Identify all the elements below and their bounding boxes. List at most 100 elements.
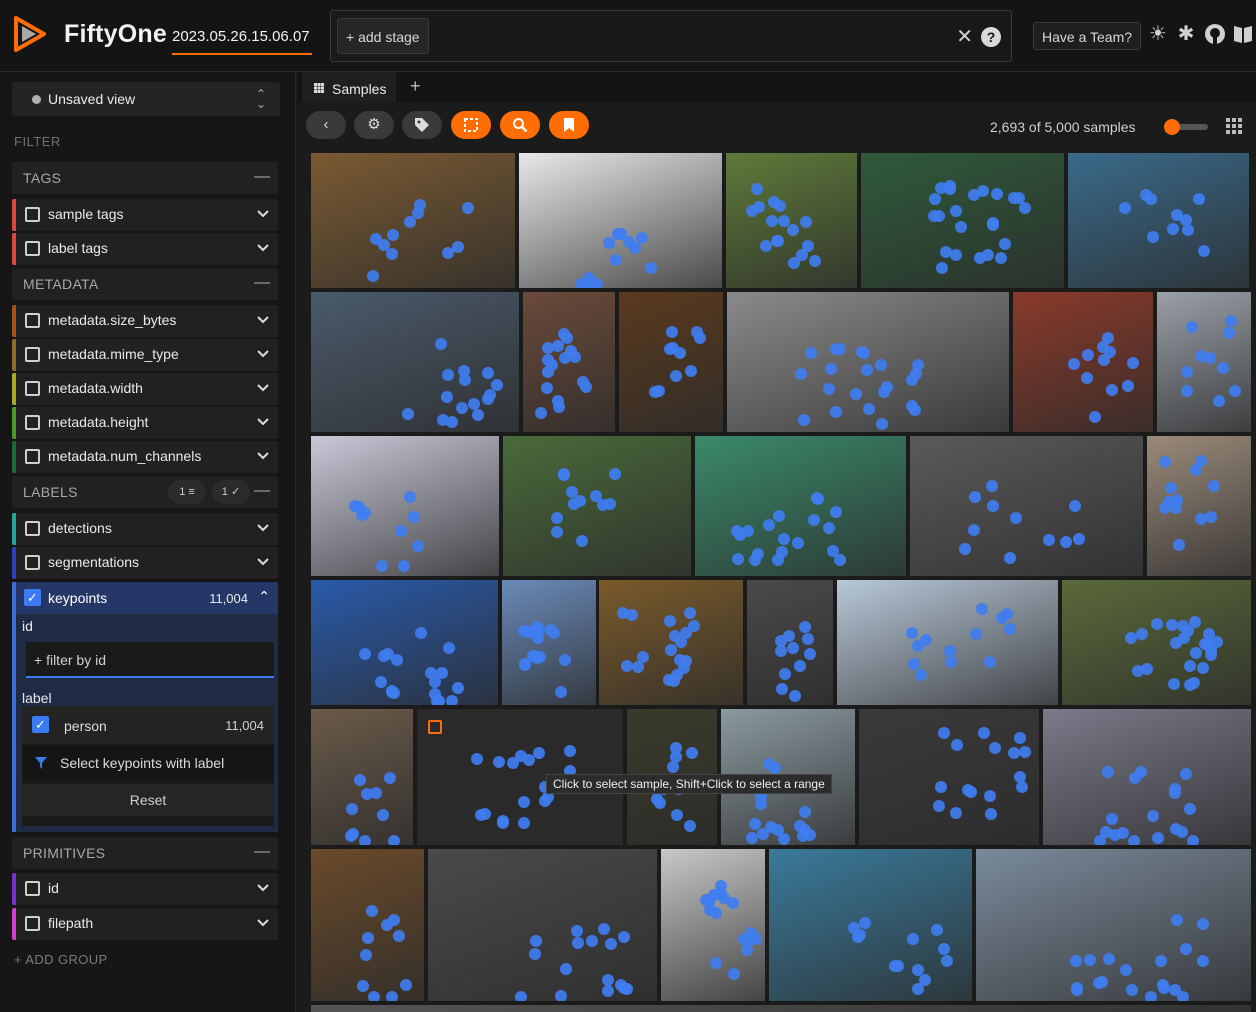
checkbox[interactable] [25,555,40,570]
checkbox[interactable] [25,241,40,256]
settings-button[interactable]: ⚙ [354,111,394,139]
grid-zoom-slider[interactable] [1164,119,1208,135]
sample-tile[interactable] [694,435,907,577]
add-stage-button[interactable]: + add stage [337,18,429,54]
patches-button[interactable] [451,111,491,139]
sample-tile[interactable] [1012,291,1154,433]
sample-tile[interactable] [522,291,616,433]
sample-tile[interactable] [1061,579,1252,706]
sample-tile[interactable] [660,848,766,1002]
reset-button[interactable]: Reset [22,784,274,816]
chevron-down-icon[interactable] [256,520,270,534]
app-title[interactable]: FiftyOne [64,20,167,49]
have-a-team-button[interactable]: Have a Team? [1033,22,1142,50]
sample-tile[interactable] [310,708,414,846]
sample-tile[interactable] [518,152,723,289]
keypoints-checkbox[interactable]: ✓ [24,589,41,606]
sample-tile[interactable] [725,152,858,289]
sample-tile[interactable] [746,579,834,706]
chevron-down-icon[interactable] [256,380,270,394]
person-checkbox[interactable]: ✓ [32,716,49,733]
field-keypoints[interactable]: ✓ keypoints 11,004 ⌃ [16,582,278,614]
checkbox[interactable] [25,207,40,222]
chevron-down-icon[interactable] [256,346,270,360]
field-metadata-num-channels[interactable]: metadata.num_channels [12,441,278,473]
field-sample-tags[interactable]: sample tags [12,199,278,231]
sample-tile[interactable] [975,848,1252,1002]
chevron-down-icon[interactable] [256,915,270,929]
save-view-button[interactable] [549,111,589,139]
add-group-button[interactable]: + ADD GROUP [14,952,108,967]
collapse-icon[interactable]: — [254,843,270,861]
chevron-down-icon[interactable] [256,312,270,326]
saved-view-select[interactable]: Unsaved view ⌃ ⌄ [12,82,280,116]
sample-tile[interactable] [858,708,1040,846]
clear-view-icon[interactable]: ✕ [956,24,973,49]
field-metadata-height[interactable]: metadata.height [12,407,278,439]
sample-tile[interactable] [310,848,425,1002]
similarity-search-button[interactable] [500,111,540,139]
slider-knob[interactable] [1164,119,1180,135]
docs-icon[interactable] [1231,22,1255,46]
select-keypoints-mode[interactable]: Select keypoints with label [22,746,274,780]
sample-tile[interactable] [860,152,1065,289]
field-metadata-size-bytes[interactable]: metadata.size_bytes [12,305,278,337]
group-labels[interactable]: LABELS 1 ≡ 1 ✓ — [12,476,278,508]
checkbox[interactable] [25,415,40,430]
add-panel-icon[interactable]: + [410,76,421,97]
chevron-down-icon[interactable] [256,206,270,220]
help-icon[interactable]: ? [981,27,1001,47]
sample-tile[interactable] [598,579,744,706]
label-value-person[interactable]: ✓ person 11,004 [22,706,274,744]
group-metadata[interactable]: METADATA — [12,268,278,300]
sample-tile[interactable] [618,291,724,433]
sample-tile[interactable] [909,435,1144,577]
checkbox[interactable] [25,381,40,396]
tab-samples[interactable]: Samples [302,72,396,102]
group-tags[interactable]: TAGS — [12,162,278,194]
sample-tile[interactable] [502,435,692,577]
field-metadata-mime-type[interactable]: metadata.mime_type [12,339,278,371]
sample-tile[interactable] [726,291,1010,433]
chevron-down-icon[interactable] [256,880,270,894]
tag-button[interactable] [402,111,442,139]
collapse-icon[interactable]: — [254,168,270,186]
sample-tile[interactable] [310,435,500,577]
chevron-up-icon[interactable]: ⌃ [258,588,270,605]
checkbox[interactable] [25,313,40,328]
chevron-down-icon[interactable] [256,554,270,568]
visible-count-badge[interactable]: 1 ✓ [212,480,250,504]
sample-tile[interactable] [310,1004,1252,1012]
field-label-tags[interactable]: label tags [12,233,278,265]
chevron-down-icon[interactable] [256,414,270,428]
checkbox[interactable] [25,881,40,896]
slack-icon[interactable]: ✱ [1174,22,1198,46]
field-id[interactable]: id [12,873,278,905]
sample-select-checkbox[interactable] [428,720,442,734]
view-bar[interactable]: + add stage ✕ ? [330,10,1012,62]
sample-tile[interactable] [1067,152,1250,289]
sample-tile[interactable] [836,579,1059,706]
grid-layout-icon[interactable] [1226,118,1242,134]
checkbox[interactable] [25,347,40,362]
sample-tile[interactable] [1042,708,1252,846]
github-icon[interactable] [1203,22,1227,46]
collapse-icon[interactable]: — [254,482,270,500]
sample-tile[interactable] [1156,291,1252,433]
field-detections[interactable]: detections [12,513,278,545]
sample-tile[interactable] [310,579,499,706]
back-button[interactable]: ‹ [306,111,346,139]
sample-tile[interactable] [427,848,658,1002]
checkbox[interactable] [25,916,40,931]
checkbox[interactable] [25,449,40,464]
checkbox[interactable] [25,521,40,536]
field-metadata-width[interactable]: metadata.width [12,373,278,405]
light-mode-icon[interactable]: ☀ [1146,22,1170,46]
field-segmentations[interactable]: segmentations [12,547,278,579]
field-filepath[interactable]: filepath [12,908,278,940]
chevron-down-icon[interactable] [256,240,270,254]
collapse-icon[interactable]: — [254,274,270,292]
sample-tile[interactable] [501,579,597,706]
filter-count-badge[interactable]: 1 ≡ [168,480,206,504]
sample-tile[interactable] [310,152,516,289]
